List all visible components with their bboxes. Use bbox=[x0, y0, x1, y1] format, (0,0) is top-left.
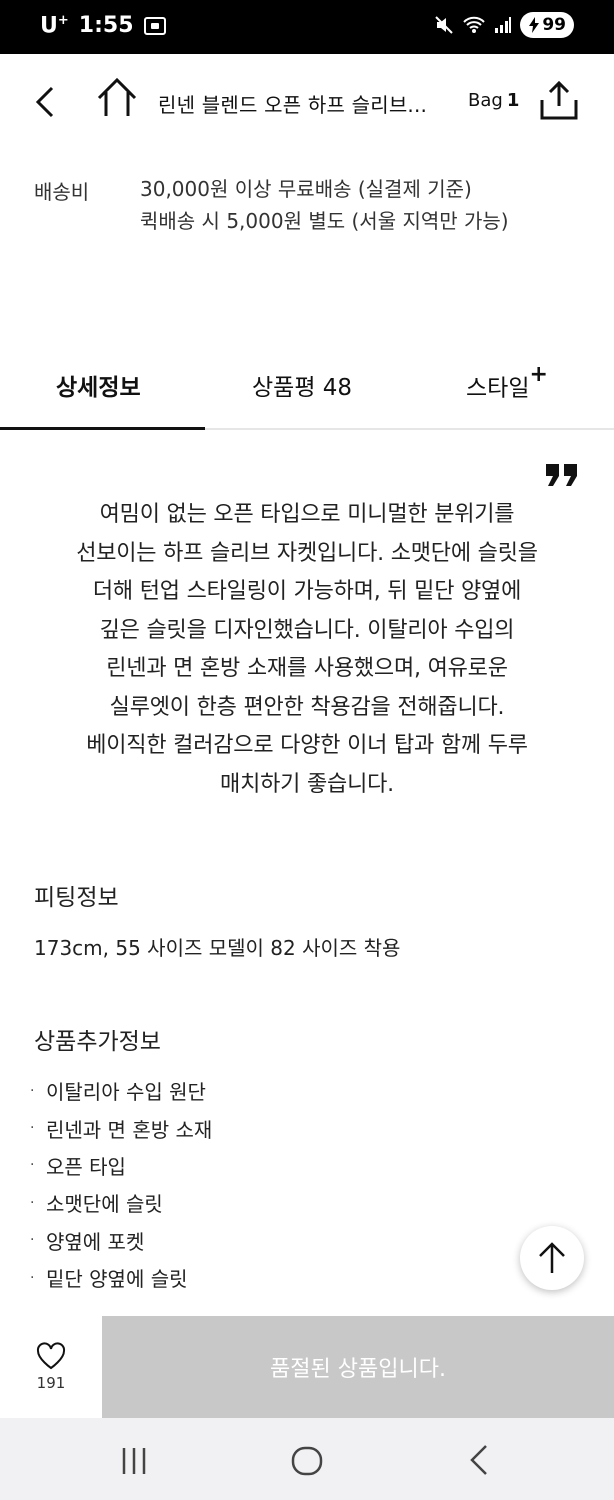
share-icon[interactable] bbox=[538, 80, 580, 122]
tab-style[interactable]: 스타일+ bbox=[466, 362, 548, 403]
bottom-action-bar: 191 품절된 상품입니다. bbox=[0, 1316, 614, 1418]
description-line: 린넨과 면 혼방 소재를 사용했으며, 여유로운 bbox=[106, 656, 508, 681]
list-item: · 이탈리아 수입 원단 bbox=[30, 1080, 206, 1105]
delivery-label: 배송비 bbox=[34, 180, 90, 204]
delivery-line: 퀵배송 시 5,000원 별도 (서울 지역만 가능) bbox=[140, 209, 509, 233]
signal-icon bbox=[495, 17, 512, 33]
clock: 1:55 bbox=[78, 13, 134, 39]
recent-apps-icon[interactable] bbox=[114, 1440, 154, 1480]
mute-icon bbox=[435, 16, 454, 34]
description-line: 선보이는 하프 슬리브 자켓입니다. 소맷단에 슬릿을 bbox=[76, 540, 538, 566]
quote-icon bbox=[546, 464, 577, 486]
tab-detail[interactable]: 상세정보 bbox=[56, 368, 141, 402]
like-count: 191 bbox=[36, 1374, 66, 1392]
description-line: 실루엣이 한층 편안한 착용감을 전해줍니다. bbox=[109, 694, 505, 720]
tab-indicator bbox=[0, 427, 205, 430]
soldout-button[interactable]: 품절된 상품입니다. bbox=[102, 1316, 614, 1418]
like-button[interactable]: 191 bbox=[0, 1316, 102, 1418]
extra-info-title: 상품추가정보 bbox=[34, 1029, 161, 1055]
status-bar: U+ 1:55 99 bbox=[0, 0, 614, 54]
app-header: 린넨 블렌드 오픈 하프 슬리브... Bag 1 bbox=[0, 54, 614, 150]
bag-label: Bag bbox=[468, 90, 503, 111]
scroll-top-button[interactable] bbox=[520, 1226, 584, 1290]
status-right: 99 bbox=[434, 12, 574, 38]
back-nav-icon[interactable] bbox=[460, 1440, 500, 1480]
product-tabs: 상세정보 상품평 48 스타일+ bbox=[0, 360, 614, 430]
delivery-lines: 30,000원 이상 무료배송 (실결제 기준) 퀵배송 시 5,000원 별도… bbox=[140, 176, 580, 240]
home-icon[interactable] bbox=[96, 76, 138, 120]
description-line: 베이직한 컬러감으로 다양한 이너 탑과 함께 두루 bbox=[86, 733, 528, 758]
screenshot-icon bbox=[143, 16, 166, 35]
product-description: 여밈이 없는 오픈 타입으로 미니멀한 분위기를 선보이는 하프 슬리브 자켓입… bbox=[30, 496, 584, 804]
system-nav-bar bbox=[0, 1418, 614, 1500]
fitting-title: 피팅정보 bbox=[34, 885, 119, 911]
back-icon[interactable] bbox=[26, 82, 66, 122]
status-left: U+ 1:55 bbox=[40, 13, 166, 38]
bag-button[interactable]: Bag 1 bbox=[468, 90, 519, 111]
battery-indicator: 99 bbox=[520, 12, 574, 38]
extra-info-list: · 이탈리아 수입 원단 · 린넨과 면 혼방 소재 · 오픈 타입 · 소맷단에 슬릿… bbox=[30, 1072, 212, 1296]
description-line: 더해 턴업 스타일링이 가능하며, 뒤 밑단 양옆에 bbox=[92, 579, 522, 604]
list-item: · 린넨과 면 혼방 소재 bbox=[30, 1117, 213, 1142]
wifi-icon bbox=[463, 16, 486, 33]
page-title: 린넨 블렌드 오픈 하프 슬리브... bbox=[158, 93, 428, 117]
description-line: 깊은 슬릿을 디자인했습니다. 이탈리아 수입의 bbox=[99, 617, 515, 643]
charging-icon bbox=[529, 17, 540, 33]
home-nav-icon[interactable] bbox=[287, 1440, 327, 1480]
bag-count: 1 bbox=[506, 90, 520, 111]
fitting-text: 173cm, 55 사이즈 모델이 82 사이즈 착용 bbox=[34, 936, 401, 960]
list-item: · 소맷단에 슬릿 bbox=[30, 1192, 163, 1217]
carrier-label: U+ bbox=[40, 13, 69, 39]
arrow-up-icon bbox=[539, 1242, 565, 1273]
tab-review[interactable]: 상품평 48 bbox=[252, 368, 352, 402]
list-item: · 오픈 타입 bbox=[30, 1154, 126, 1179]
heart-icon bbox=[36, 1342, 66, 1370]
description-line: 매치하기 좋습니다. bbox=[220, 771, 394, 797]
description-line: 여밈이 없는 오픈 타입으로 미니멀한 분위기를 bbox=[99, 502, 515, 527]
list-item: · 밑단 양옆에 슬릿 bbox=[30, 1267, 188, 1292]
list-item: · 양옆에 포켓 bbox=[30, 1229, 145, 1254]
